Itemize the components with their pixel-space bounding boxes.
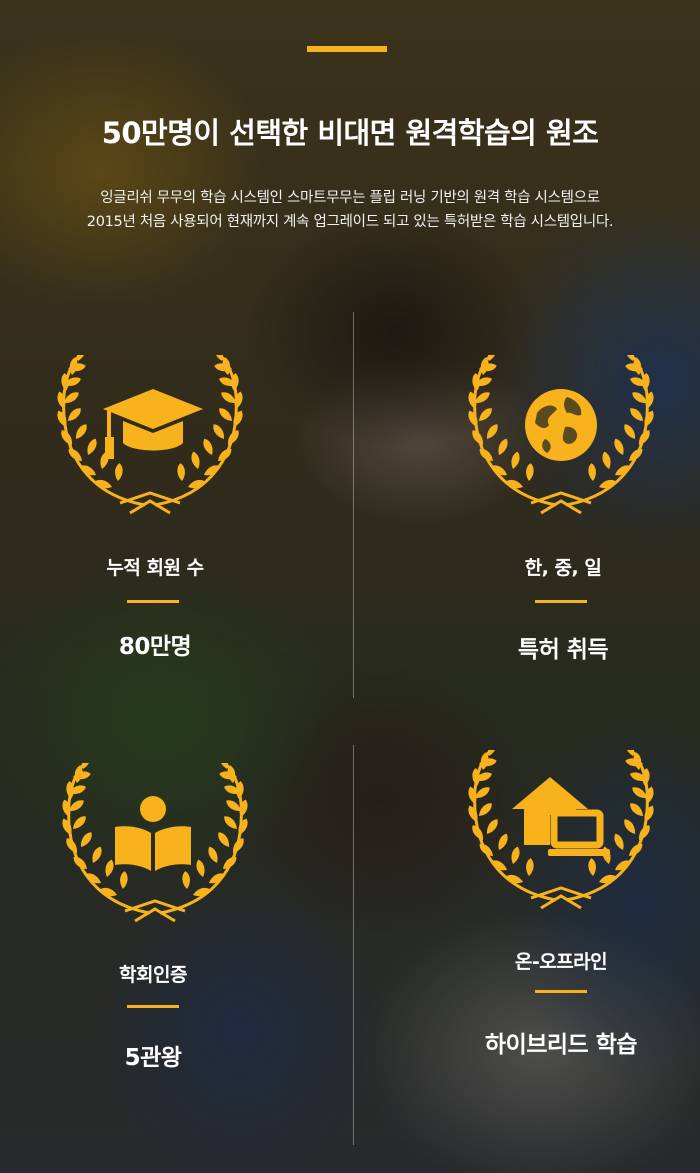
- reading-person-icon: [115, 796, 191, 871]
- stat-rule: [535, 990, 587, 993]
- stat-value-patent: 특허 취득: [517, 637, 609, 663]
- vertical-divider-bottom: [353, 745, 354, 1145]
- description: 잉글리쉬 무무의 학습 시스템인 스마트무무는 플립 러닝 기반의 원격 학습 …: [0, 186, 700, 234]
- stat-rule: [127, 600, 179, 603]
- graduation-cap-icon: [103, 389, 203, 459]
- stat-value-awards: 5관왕: [124, 1045, 182, 1071]
- description-line-1: 잉글리쉬 무무의 학습 시스템인 스마트무무는 플립 러닝 기반의 원격 학습 …: [100, 190, 600, 206]
- stat-rule: [127, 1005, 179, 1008]
- stat-label-countries: 한, 중, 일: [524, 557, 602, 579]
- stat-value-members: 80만명: [118, 634, 192, 660]
- globe-icon: [525, 389, 597, 461]
- stat-label-certification: 학회인증: [119, 964, 187, 986]
- stat-rule: [535, 600, 587, 603]
- stat-label-online-offline: 온-오프라인: [514, 951, 608, 973]
- description-line-2: 2015년 처음 사용되어 현재까지 계속 업그레이드 되고 있는 특허받은 학…: [86, 214, 614, 230]
- top-accent-bar: [307, 46, 387, 52]
- home-laptop-icon: [512, 777, 610, 856]
- stat-value-hybrid: 하이브리드 학습: [484, 1032, 638, 1058]
- stat-label-members: 누적 회원 수: [106, 557, 204, 579]
- vertical-divider-top: [353, 312, 354, 698]
- headline: 50만명이 선택한 비대면 원격학습의 원조: [101, 116, 599, 150]
- background-overlay: [0, 0, 700, 1173]
